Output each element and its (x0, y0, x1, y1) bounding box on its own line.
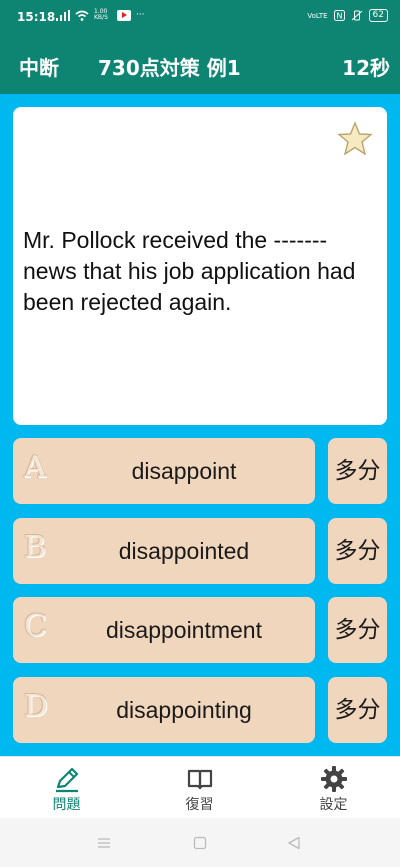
choice-word: disappointed (118, 538, 250, 564)
tab-label: 設定 (319, 797, 348, 813)
vibrate-off-icon (351, 10, 362, 21)
more-notifications-icon: ··· (136, 10, 145, 20)
quit-button[interactable]: 中断 (19, 52, 59, 81)
choice-c-button[interactable]: C disappointment (13, 597, 315, 663)
page-title: 730点対策 例1 (98, 56, 241, 80)
svg-text:N: N (336, 12, 342, 21)
timer: 12秒 (342, 56, 390, 80)
choice-d-maybe-button[interactable]: 多分 (328, 677, 387, 743)
back-icon[interactable] (286, 835, 302, 851)
choice-word: disappoint (131, 458, 237, 484)
question-text: Mr. Pollock received the ------- news th… (23, 227, 356, 315)
tab-settings[interactable]: 設定 (267, 757, 400, 819)
choice-b-button[interactable]: B disappointed (13, 518, 315, 584)
signal-icon (56, 9, 70, 21)
gear-icon (320, 766, 347, 792)
choice-letter: D (24, 689, 49, 724)
choice-word: disappointment (106, 617, 262, 643)
tab-questions[interactable]: 問題 (0, 757, 133, 819)
status-bar: 15:18 1.00 KB/S ··· VoLTE N 62 (0, 0, 400, 34)
youtube-icon (117, 9, 131, 21)
book-icon (187, 769, 212, 790)
choice-d-button[interactable]: D disappointing (13, 677, 315, 743)
choice-a-maybe-button[interactable]: 多分 (328, 438, 387, 504)
pencil-icon (55, 767, 78, 793)
home-icon[interactable] (192, 835, 208, 851)
nfc-icon: N (333, 10, 345, 21)
system-nav-bar (0, 818, 400, 867)
star-icon[interactable] (337, 121, 373, 157)
choice-letter: C (24, 609, 47, 644)
battery-level: 62 (368, 9, 388, 22)
tab-label: 復習 (185, 797, 214, 813)
bottom-tab-bar: 問題 復習 設定 (0, 756, 400, 818)
choice-b-maybe-button[interactable]: 多分 (328, 518, 387, 584)
wifi-icon (75, 10, 89, 21)
volte-label: VoLTE (307, 11, 328, 20)
status-time: 15:18 (17, 10, 56, 24)
choice-c-maybe-button[interactable]: 多分 (328, 597, 387, 663)
choice-letter: A (24, 450, 46, 485)
choice-word: disappointing (116, 697, 252, 723)
quiz-area: Mr. Pollock received the ------- news th… (0, 94, 400, 756)
tab-label: 問題 (52, 797, 81, 813)
choice-a-button[interactable]: A disappoint (13, 438, 315, 504)
tab-review[interactable]: 復習 (133, 757, 266, 819)
choice-letter: B (24, 530, 47, 565)
question-card: Mr. Pollock received the ------- news th… (13, 107, 387, 425)
app-bar: 中断 730点対策 例1 12秒 (0, 34, 400, 94)
menu-icon[interactable] (96, 835, 112, 851)
net-speed: 1.00 KB/S (94, 8, 108, 21)
